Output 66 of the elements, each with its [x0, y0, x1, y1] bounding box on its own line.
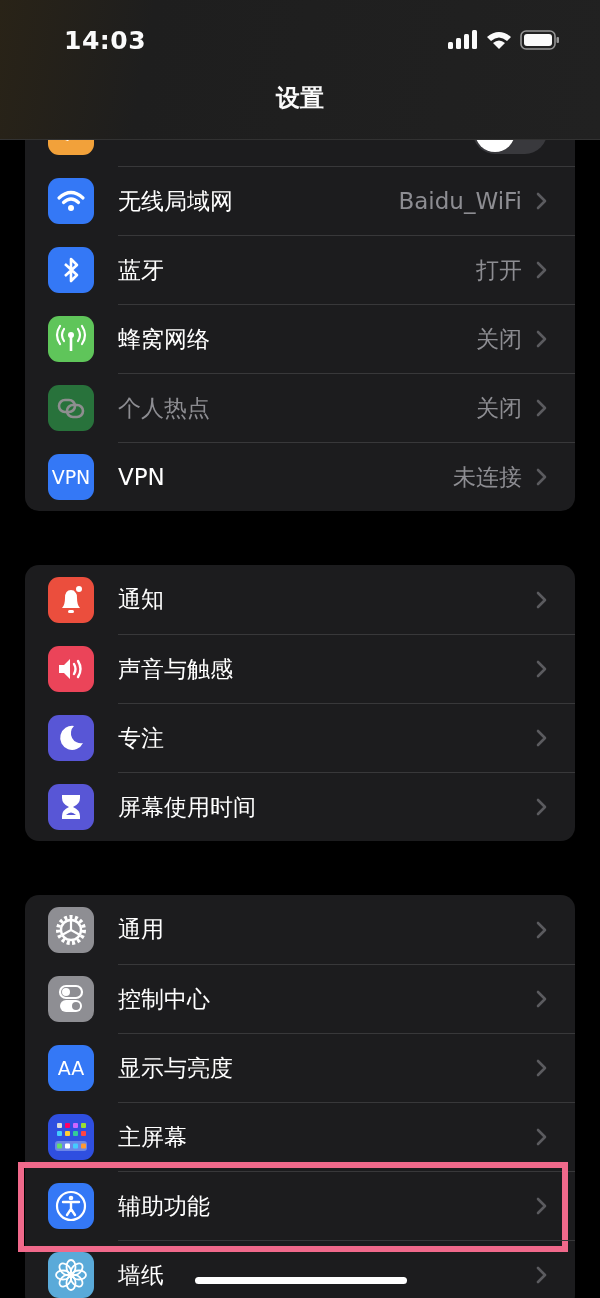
setting-value: 关闭	[476, 393, 522, 423]
chevron-icon	[536, 399, 547, 417]
setting-value: 未连接	[453, 462, 522, 492]
speaker-icon	[48, 645, 94, 692]
chevron-icon	[536, 468, 547, 486]
moon-icon	[48, 714, 94, 761]
setting-label: 蓝牙	[118, 255, 164, 285]
setting-value: 关闭	[476, 324, 522, 354]
wifi-icon	[486, 30, 512, 50]
text-size-icon: AA	[48, 1044, 94, 1091]
chevron-icon	[536, 660, 547, 678]
signal-icon	[448, 30, 478, 50]
settings-row[interactable]: 蜂窝网络 关闭	[25, 304, 575, 373]
battery-icon	[520, 30, 560, 50]
settings-row[interactable]: 通知	[25, 565, 575, 634]
setting-label: 个人热点	[118, 393, 210, 423]
setting-label: 蜂窝网络	[118, 324, 210, 354]
setting-label: 通知	[118, 585, 164, 614]
bluetooth-icon	[48, 246, 94, 293]
settings-row[interactable]: 声音与触感	[25, 634, 575, 703]
app-grid-icon	[48, 1113, 94, 1160]
settings-row[interactable]: 通用	[25, 895, 575, 964]
hourglass-icon	[48, 783, 94, 830]
chevron-icon	[536, 920, 547, 939]
setting-label: 声音与触感	[118, 654, 233, 684]
setting-label: 无线局域网	[118, 186, 233, 216]
status-time: 14:03	[64, 25, 148, 55]
page-title: 设置	[276, 83, 324, 114]
chevron-icon	[536, 192, 547, 210]
flower-icon	[48, 1251, 94, 1298]
setting-label: 主屏幕	[118, 1122, 187, 1152]
chevron-icon	[536, 798, 547, 816]
setting-label: 显示与亮度	[118, 1053, 233, 1083]
chevron-icon	[536, 1197, 547, 1215]
settings-row[interactable]: 主屏幕	[25, 1102, 575, 1171]
setting-label: 专注	[118, 723, 164, 753]
wifi-icon	[48, 177, 94, 224]
toggles-icon	[48, 975, 94, 1022]
accessibility-icon	[48, 1182, 94, 1229]
chevron-icon	[536, 1059, 547, 1077]
settings-row[interactable]: AA 显示与亮度	[25, 1033, 575, 1102]
setting-label: 屏幕使用时间	[118, 792, 256, 822]
setting-label: 通用	[118, 915, 164, 944]
chevron-icon	[536, 590, 547, 609]
setting-value: 打开	[476, 255, 522, 285]
chevron-icon	[536, 1128, 547, 1146]
chevron-icon	[536, 330, 547, 348]
setting-label: 控制中心	[118, 984, 210, 1014]
settings-row[interactable]: 屏幕使用时间	[25, 772, 575, 841]
antenna-icon	[48, 315, 94, 362]
chevron-icon	[536, 729, 547, 747]
settings-row[interactable]: VPN VPN 未连接	[25, 442, 575, 511]
settings-row[interactable]: 无线局域网 Baidu_WiFi	[25, 166, 575, 235]
setting-value: Baidu_WiFi	[398, 188, 522, 214]
chevron-icon	[536, 261, 547, 279]
settings-row[interactable]: 控制中心	[25, 964, 575, 1033]
setting-label: 墙纸	[118, 1260, 164, 1290]
setting-label: VPN	[118, 464, 165, 490]
settings-row[interactable]: 蓝牙 打开	[25, 235, 575, 304]
vpn-icon: VPN	[48, 453, 94, 500]
chevron-icon	[536, 1266, 547, 1284]
chevron-icon	[536, 990, 547, 1008]
setting-label: 辅助功能	[118, 1191, 210, 1221]
settings-row[interactable]: 专注	[25, 703, 575, 772]
gear-icon	[48, 906, 94, 953]
bell-icon	[48, 576, 94, 623]
